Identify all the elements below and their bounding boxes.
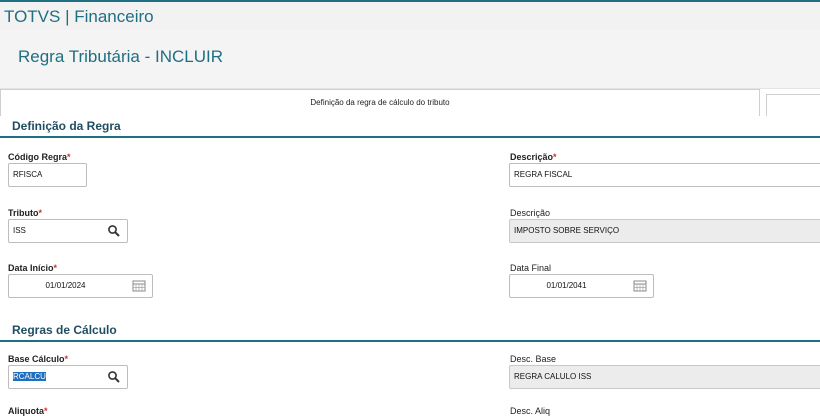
calendar-icon[interactable] — [633, 279, 647, 293]
page-title: Regra Tributária - INCLUIR — [18, 47, 224, 66]
page-header: Regra Tributária - INCLUIR — [0, 30, 820, 89]
descricao-field[interactable]: REGRA FISCAL — [509, 163, 820, 187]
tab-bar: Definição da regra de cálculo do tributo — [0, 88, 820, 116]
data-final-field[interactable]: 01/01/2041 — [509, 274, 654, 298]
codigo-regra-label: Código Regra* — [8, 152, 71, 162]
section-title: Definição da Regra — [12, 119, 121, 133]
section-definicao-regra: Definição da Regra — [0, 118, 820, 138]
data-inicio-value: 01/01/2024 — [45, 281, 86, 290]
tab-definicao-regra[interactable]: Definição da regra de cálculo do tributo — [0, 89, 760, 116]
app-title: TOTVS | Financeiro — [4, 7, 154, 26]
tributo-label: Tributo* — [8, 208, 43, 218]
desc-base-field: REGRA CALULO ISS — [509, 365, 820, 389]
data-final-label: Data Final — [510, 263, 552, 273]
tributo-field[interactable]: ISS — [8, 219, 128, 243]
descricao-tributo-label: Descrição — [510, 208, 551, 218]
app-topbar: TOTVS | Financeiro — [0, 0, 820, 30]
data-inicio-label: Data Início* — [8, 263, 58, 273]
base-calculo-field[interactable]: RCALCU — [8, 365, 128, 389]
section-regras-calculo: Regras de Cálculo — [0, 322, 820, 342]
tributo-value: ISS — [13, 226, 26, 235]
data-inicio-field[interactable]: 01/01/2024 — [8, 274, 153, 298]
descricao-label: Descrição* — [510, 152, 557, 162]
desc-base-label: Desc. Base — [510, 354, 557, 364]
descricao-tributo-field: IMPOSTO SOBRE SERVIÇO — [509, 219, 820, 243]
tab-secondary[interactable] — [766, 94, 820, 116]
data-final-value: 01/01/2041 — [546, 281, 587, 290]
search-icon[interactable] — [107, 224, 121, 238]
base-calculo-value: RCALCU — [13, 372, 46, 381]
search-icon[interactable] — [107, 370, 121, 384]
base-calculo-label: Base Cálculo* — [8, 354, 69, 364]
codigo-regra-field[interactable]: RFISCA — [8, 163, 87, 187]
section-title: Regras de Cálculo — [12, 323, 117, 337]
calendar-icon[interactable] — [132, 279, 146, 293]
